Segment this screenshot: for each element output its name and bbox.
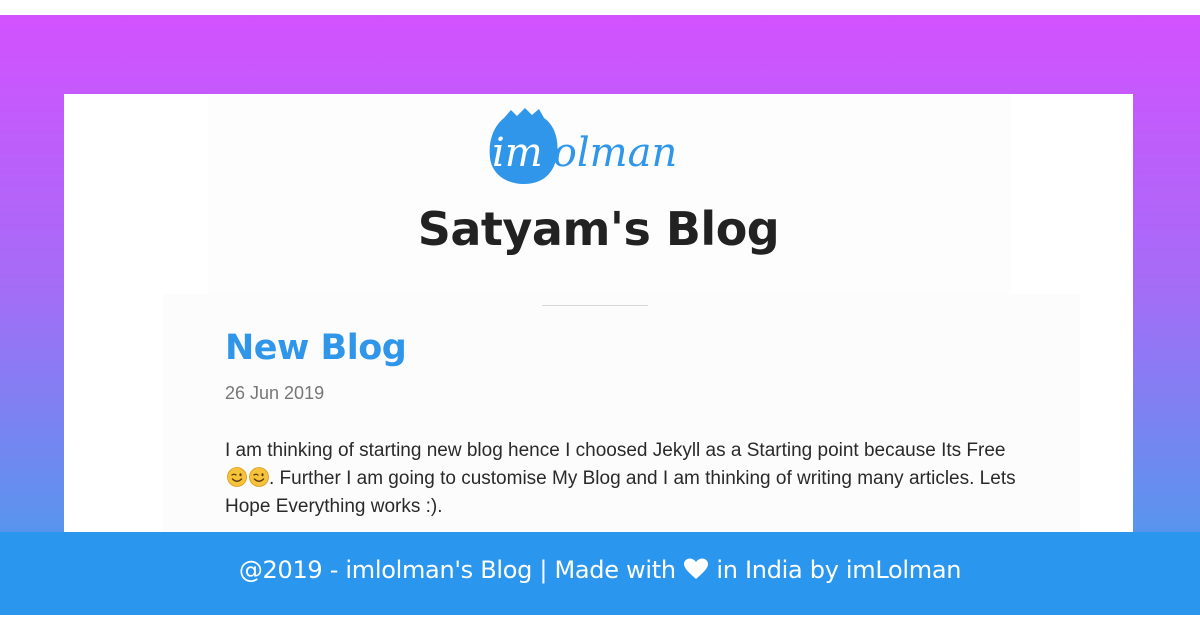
logo-text-im: im xyxy=(492,130,543,176)
post-title-link[interactable]: New Blog xyxy=(225,328,407,368)
footer-text-before: @2019 - imlolman's Blog | Made with xyxy=(238,556,684,584)
post-excerpt-text-2: . Further I am going to customise My Blo… xyxy=(225,468,1016,517)
winking-face-icon xyxy=(227,467,247,487)
footer-text: @2019 - imlolman's Blog | Made with in I… xyxy=(0,556,1200,584)
site-title[interactable]: Satyam's Blog xyxy=(64,202,1133,256)
logo-graphic: im lolman xyxy=(489,108,677,184)
post-excerpt-text-1: I am thinking of starting new blog hence… xyxy=(225,440,1006,461)
footer-bar: @2019 - imlolman's Blog | Made with in I… xyxy=(0,532,1200,615)
post-date: 26 Jun 2019 xyxy=(225,383,325,403)
heart-icon xyxy=(684,558,709,579)
page-background: im lolman imlolman Satyam's Blog New Blo… xyxy=(0,15,1200,615)
divider xyxy=(542,305,648,306)
winking-face-icon xyxy=(249,467,269,487)
footer-text-after: in India by imLolman xyxy=(709,556,962,584)
preview-card: im lolman imlolman Satyam's Blog New Blo… xyxy=(64,94,1133,547)
post-excerpt: I am thinking of starting new blog hence… xyxy=(225,437,1025,521)
site-logo[interactable]: im lolman imlolman xyxy=(484,108,704,184)
logo-text-lolman: lolman xyxy=(540,130,677,176)
